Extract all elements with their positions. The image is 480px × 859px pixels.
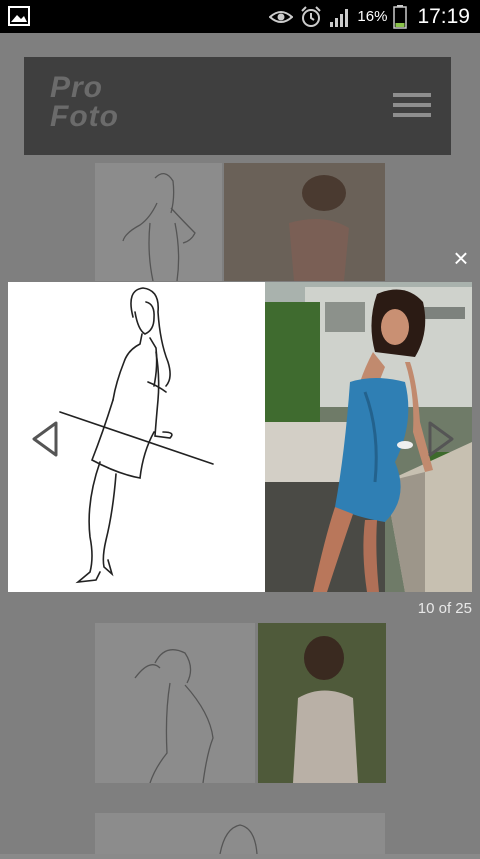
image-counter: 10 of 25 (417, 600, 472, 617)
gallery-icon (8, 6, 30, 26)
status-bar: 16% 17:19 (0, 0, 480, 33)
hamburger-menu-icon[interactable] (393, 93, 431, 119)
thumbnail-sketch[interactable] (95, 623, 255, 784)
app-logo[interactable]: Pro Foto (50, 71, 119, 133)
logo-line-2: Foto (50, 100, 119, 133)
signal-icon (330, 8, 349, 27)
arrow-left-icon[interactable] (30, 420, 60, 458)
clock: 17:19 (417, 4, 470, 28)
battery-percent: 16% (357, 8, 388, 25)
close-button[interactable]: × (449, 245, 473, 271)
thumbnail-sketch[interactable] (95, 163, 222, 282)
arrow-right-icon[interactable] (426, 420, 456, 458)
thumbnail-photo[interactable] (224, 163, 385, 281)
logo-line-1: Pro (50, 71, 104, 104)
thumbnail-photo[interactable] (258, 623, 386, 783)
lightbox-image (8, 282, 472, 592)
alarm-icon (301, 5, 322, 27)
battery-icon (393, 4, 408, 29)
thumbnail-sketch[interactable] (95, 813, 385, 855)
app-header: Pro Foto (24, 57, 451, 155)
eye-icon (269, 10, 294, 23)
